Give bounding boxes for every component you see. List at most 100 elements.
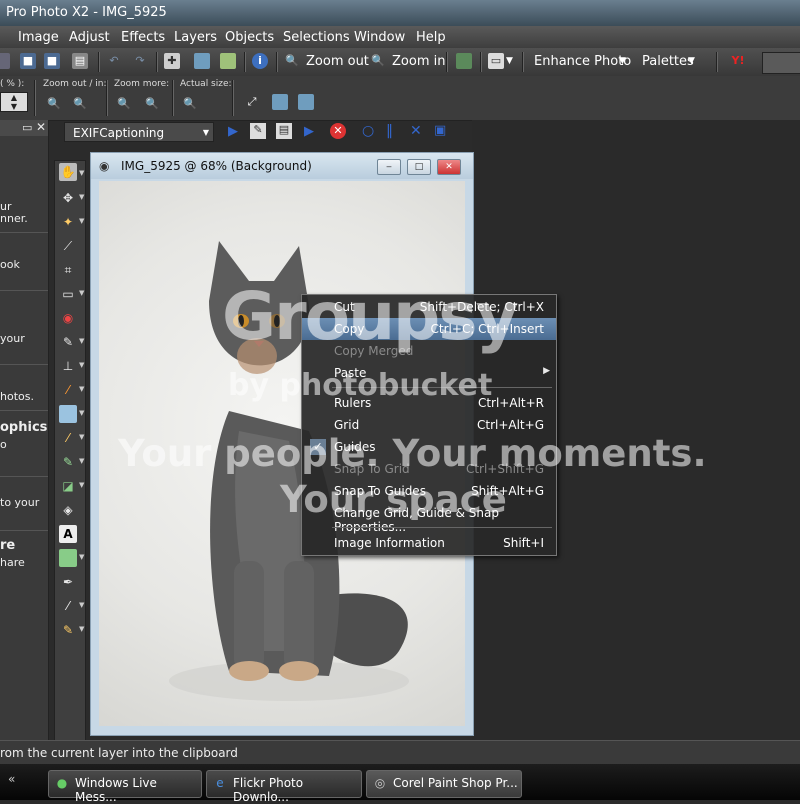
save-record-icon[interactable]: ▣ — [434, 123, 446, 138]
menu-layers[interactable]: Layers — [174, 30, 217, 45]
menu-item-copy-merged[interactable]: Copy Merged — [302, 340, 556, 362]
color-replacer-icon[interactable]: ✎ — [59, 453, 77, 471]
chevron-down-icon[interactable]: ▼ — [79, 625, 84, 633]
oil-brush-icon[interactable]: ✎ — [59, 621, 77, 639]
menu-item-paste[interactable]: Paste ▶ — [302, 362, 556, 384]
new-layer-icon[interactable]: ✚ — [164, 53, 180, 69]
menu-objects[interactable]: Objects — [225, 30, 274, 45]
save-as-icon[interactable]: ■ — [44, 53, 60, 69]
chevron-down-icon[interactable]: ▼ — [203, 123, 209, 143]
crop-tool-icon[interactable]: ⌗ — [59, 261, 77, 279]
warp-brush-icon[interactable]: ⁄ — [59, 597, 77, 615]
zoom-percent-spinner[interactable]: ▲ ▼ — [0, 92, 28, 112]
menu-effects[interactable]: Effects — [121, 30, 165, 45]
record-icon[interactable]: ○ — [362, 123, 374, 139]
chevron-down-icon[interactable]: ▼ — [79, 337, 84, 345]
image-window-titlebar[interactable]: ◉ IMG_5925 @ 68% (Background) ‒ □ ✕ — [91, 153, 473, 179]
chevron-down-icon[interactable]: ▼ — [79, 457, 84, 465]
dropper-tool-icon[interactable]: ⟋ — [59, 237, 77, 255]
fit-image-icon[interactable] — [272, 94, 288, 110]
menu-item-rulers[interactable]: Rulers Ctrl+Alt+R — [302, 392, 556, 414]
task-corel-paint-shop-pro[interactable]: ◎ Corel Paint Shop Pr... — [366, 770, 522, 798]
straighten-tool-icon[interactable]: ▭ — [59, 285, 77, 303]
zoom-in-icon[interactable]: 🔍 — [370, 53, 386, 69]
yahoo-toolbar-icon[interactable]: Y! — [730, 53, 746, 69]
menu-image[interactable]: Image — [18, 30, 59, 45]
red-eye-tool-icon[interactable]: ◉ — [59, 309, 77, 327]
menu-help[interactable]: Help — [416, 30, 446, 45]
chevron-down-icon[interactable]: ▼ — [79, 385, 84, 393]
menu-selections[interactable]: Selections — [283, 30, 350, 45]
menu-window[interactable]: Window — [354, 30, 405, 45]
text-tool-icon[interactable]: A — [59, 525, 77, 543]
chevron-down-icon[interactable]: ▼ — [619, 56, 626, 66]
menu-item-copy[interactable]: Copy Ctrl+C; Ctrl+Insert — [302, 318, 556, 340]
quick-launch-expand-icon[interactable]: « — [8, 772, 15, 786]
zoom-out-small-icon[interactable]: 🔍 — [46, 96, 62, 112]
clone-tool-icon[interactable]: ⊥ — [59, 357, 77, 375]
fit-screen-icon[interactable] — [298, 94, 314, 110]
flood-fill-icon[interactable]: ◈ — [59, 501, 77, 519]
open-icon[interactable] — [0, 53, 10, 69]
move-tool-icon[interactable]: ✥ — [59, 189, 77, 207]
pen-tool-icon[interactable]: ✒ — [59, 573, 77, 591]
minimize-button[interactable]: ‒ — [377, 159, 401, 175]
palettes-button[interactable]: Palettes — [642, 54, 694, 69]
pin-icon[interactable]: ▭ — [22, 121, 32, 134]
menu-item-cut[interactable]: Cut Shift+Delete; Ctrl+X — [302, 296, 556, 318]
zoom-more-in-icon[interactable]: 🔍 — [144, 96, 160, 112]
paint-brush-icon[interactable]: ⁄ — [59, 381, 77, 399]
fit-window-icon[interactable]: ⤢ — [244, 94, 260, 110]
redo-icon[interactable]: ↷ — [132, 53, 148, 69]
maximize-button[interactable]: □ — [407, 159, 431, 175]
makeover-tool-icon[interactable]: ✎ — [59, 333, 77, 351]
copy-dropdown-icon[interactable]: ▭ — [488, 53, 504, 69]
chevron-down-icon[interactable]: ▼ — [688, 56, 695, 66]
search-box[interactable] — [762, 52, 800, 74]
shape-tool-icon[interactable] — [59, 549, 77, 567]
undo-icon[interactable]: ↶ — [106, 53, 122, 69]
close-icon[interactable]: ✕ — [36, 120, 46, 134]
chevron-down-icon[interactable]: ▼ — [79, 409, 84, 417]
chevron-down-icon[interactable]: ▼ — [79, 481, 84, 489]
chevron-down-icon[interactable]: ▼ — [79, 193, 84, 201]
script-select[interactable]: EXIFCaptioning ▼ — [64, 122, 214, 142]
menu-item-change-grid-properties[interactable]: Change Grid, Guide & Snap Properties... — [302, 502, 556, 534]
task-windows-live-messenger[interactable]: ● Windows Live Mess... — [48, 770, 202, 804]
menu-item-guides[interactable]: ✓ Guides — [302, 436, 556, 458]
menu-adjust[interactable]: Adjust — [69, 30, 110, 45]
chevron-down-icon[interactable]: ▼ — [79, 601, 84, 609]
actual-size-icon[interactable]: 🔍 — [182, 96, 198, 112]
menu-item-image-information[interactable]: Image Information Shift+I — [302, 532, 556, 554]
menu-item-snap-to-guides[interactable]: Snap To Guides Shift+Alt+G — [302, 480, 556, 502]
run-script-icon[interactable]: ▶ — [228, 124, 238, 139]
menu-item-grid[interactable]: Grid Ctrl+Alt+G — [302, 414, 556, 436]
enhance-photo-button[interactable]: Enhance Photo — [534, 54, 631, 69]
chevron-down-icon[interactable]: ▼ — [79, 433, 84, 441]
script-output-icon[interactable]: ▤ — [276, 123, 292, 139]
zoom-in-small-icon[interactable]: 🔍 — [72, 96, 88, 112]
pan-tool-icon[interactable]: ✋ — [59, 163, 77, 181]
close-button[interactable]: ✕ — [437, 159, 461, 175]
chevron-down-icon[interactable]: ▼ — [79, 289, 84, 297]
selection-tool-icon[interactable]: ✦ — [59, 213, 77, 231]
zoom-out-icon[interactable]: 🔍 — [284, 53, 300, 69]
run-selected-icon[interactable]: ▶ — [304, 124, 314, 139]
chevron-down-icon[interactable]: ▼ — [506, 56, 513, 66]
pause-icon[interactable]: ‖ — [386, 123, 393, 139]
print-icon[interactable]: ▤ — [72, 53, 88, 69]
browse-icon[interactable] — [194, 53, 210, 69]
lighten-tool-icon[interactable]: ⁄ — [59, 429, 77, 447]
save-icon[interactable]: ■ — [20, 53, 36, 69]
chevron-down-icon[interactable]: ▼ — [79, 217, 84, 225]
organizer-icon[interactable] — [220, 53, 236, 69]
task-flickr-photo-downloader[interactable]: e Flickr Photo Downlo... — [206, 770, 362, 804]
picture-tube-icon[interactable] — [59, 405, 77, 423]
zoom-out-button[interactable]: Zoom out — [306, 54, 369, 69]
edit-script-icon[interactable]: ✎ — [250, 123, 266, 139]
menu-item-snap-to-grid[interactable]: Snap To Grid Ctrl+Shift+G — [302, 458, 556, 480]
zoom-in-button[interactable]: Zoom in — [392, 54, 445, 69]
image-icon[interactable] — [456, 53, 472, 69]
stop-script-icon[interactable]: ✕ — [330, 123, 346, 139]
chevron-down-icon[interactable]: ▼ — [79, 361, 84, 369]
